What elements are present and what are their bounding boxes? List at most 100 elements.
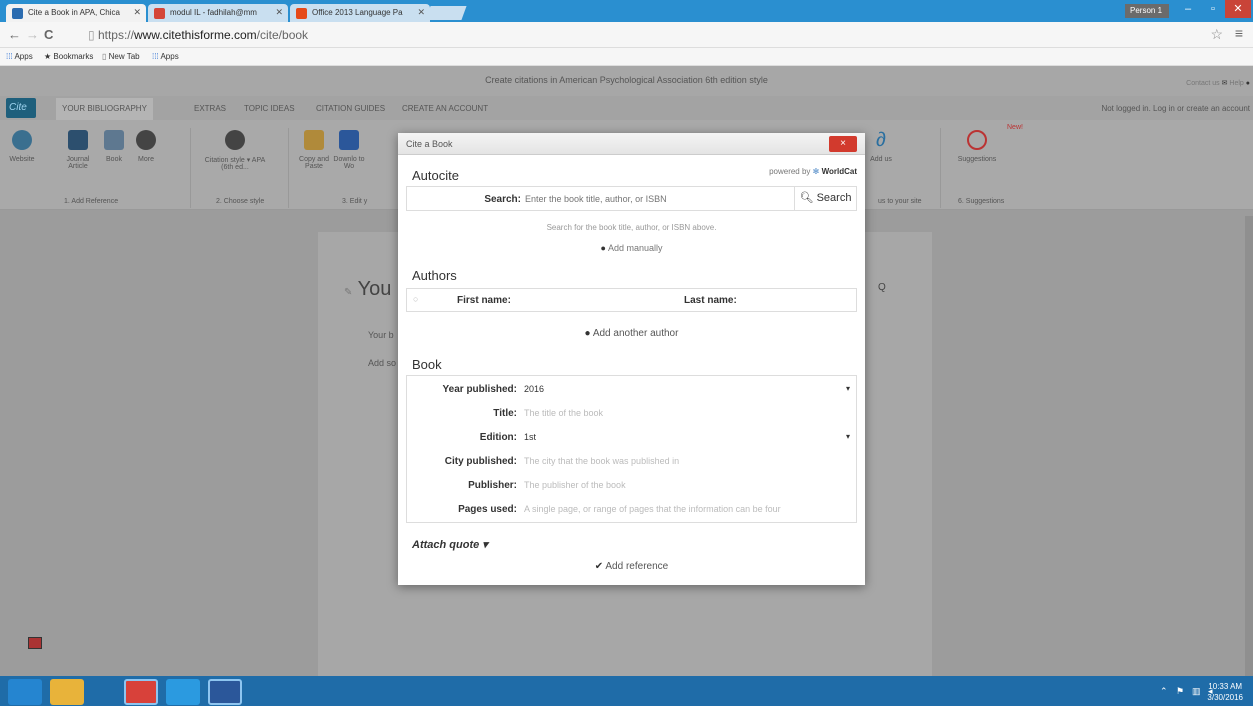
search-icon[interactable]: Q: [878, 282, 886, 293]
section-edit: 3. Edit y: [342, 198, 368, 205]
chrome-icon[interactable]: [124, 679, 158, 705]
worldcat-label: WorldCat: [821, 167, 857, 176]
caret-down-icon[interactable]: ▾: [846, 432, 850, 441]
field-value[interactable]: 2016: [524, 384, 544, 394]
close-tab-icon[interactable]: ✕: [417, 7, 425, 18]
search-bar: Search: 🔍︎ Search: [406, 186, 857, 211]
search-hint: Search for the book title, author, or IS…: [546, 223, 717, 232]
add-author-button[interactable]: ● Add another author: [398, 328, 865, 339]
more-button[interactable]: More: [126, 130, 166, 163]
website-button[interactable]: Website: [2, 130, 42, 163]
modal-title: Cite a Book: [406, 139, 453, 149]
bookmark-apps-2[interactable]: ⁞⁞⁞ Apps: [152, 52, 179, 61]
drag-handle-icon[interactable]: ○: [413, 294, 418, 304]
add-author-label: Add another author: [592, 328, 679, 339]
internet-explorer-icon[interactable]: [8, 679, 42, 705]
chrome-menu-icon[interactable]: ≡: [1235, 25, 1243, 41]
site-banner: Create citations in American Psychologic…: [485, 75, 768, 85]
search-input[interactable]: [525, 192, 785, 206]
edition-field[interactable]: Edition: 1st ▾: [407, 427, 858, 449]
page-scrollbar[interactable]: [1245, 216, 1253, 676]
close-tab-icon[interactable]: ✕: [275, 7, 283, 18]
first-name-label[interactable]: First name:: [457, 295, 511, 306]
close-tab-icon[interactable]: ✕: [133, 7, 141, 18]
minimize-icon[interactable]: –: [1175, 0, 1201, 18]
mail-icon: ✉: [1221, 80, 1228, 87]
tab-office[interactable]: Office 2013 Language Pa ✕: [290, 4, 430, 22]
flag-icon[interactable]: [28, 637, 42, 649]
close-window-icon[interactable]: ✕: [1225, 0, 1251, 18]
add-us-button[interactable]: ∂ Add us: [866, 130, 896, 163]
address-bar[interactable]: ▯ https://www.citethisforme.com/cite/boo…: [80, 25, 1210, 45]
bookmark-star-icon[interactable]: ☆: [1210, 26, 1223, 43]
new-badge: New!: [1007, 124, 1023, 131]
close-modal-button[interactable]: ×: [829, 136, 857, 152]
field-label: Year published:: [442, 384, 517, 395]
add-manually-link[interactable]: ● Add manually: [398, 243, 865, 253]
publisher-field[interactable]: Publisher: The publisher of the book: [407, 475, 858, 497]
back-arrow-icon[interactable]: ←: [8, 27, 21, 42]
authors-heading: Authors: [412, 268, 457, 283]
field-placeholder[interactable]: The title of the book: [524, 408, 603, 418]
page-icon: ▯: [102, 52, 107, 61]
add-reference-button[interactable]: ✔ Add reference: [398, 561, 865, 572]
search-button[interactable]: 🔍︎ Search: [794, 187, 856, 210]
login-status[interactable]: Not logged in. Log in or create an accou…: [1101, 104, 1250, 113]
forward-arrow-icon[interactable]: →: [26, 27, 39, 42]
question-icon: ●: [1245, 80, 1250, 87]
add-reference-label: Add reference: [605, 561, 669, 572]
nav-extras[interactable]: EXTRAS: [194, 104, 226, 113]
search-label: Search:: [484, 194, 521, 205]
nav-create-account[interactable]: CREATE AN ACCOUNT: [402, 104, 488, 113]
field-value[interactable]: 1st: [524, 432, 536, 442]
journal-button[interactable]: Journal Article: [58, 130, 98, 170]
browser-toolbar: ← → C ▯ https://www.citethisforme.com/ci…: [0, 22, 1253, 48]
contact-link[interactable]: Contact us: [1186, 80, 1219, 87]
maximize-icon[interactable]: ▫: [1200, 0, 1226, 18]
profile-button[interactable]: Person 1: [1125, 4, 1169, 18]
file-explorer-icon[interactable]: [50, 679, 84, 705]
tab-gmail[interactable]: modul IL - fadhilah@mm ✕: [148, 4, 288, 22]
system-clock[interactable]: 10:33 AM 3/30/2016: [1207, 681, 1243, 703]
contact-help[interactable]: Contact us ✉ Help ●: [1186, 79, 1250, 87]
download-word-button[interactable]: Downlo to Wo: [332, 130, 366, 170]
last-name-label[interactable]: Last name:: [684, 295, 737, 306]
nav-your-bibliography[interactable]: YOUR BIBLIOGRAPHY: [56, 98, 153, 120]
pencil-icon: ✎: [344, 287, 353, 298]
tab-cite-a-book[interactable]: Cite a Book in APA, Chica ✕: [6, 4, 146, 22]
title-field[interactable]: Title: The title of the book: [407, 403, 858, 425]
site-logo[interactable]: Cite: [6, 98, 36, 118]
nav-citation-guides[interactable]: CITATION GUIDES: [316, 104, 385, 113]
pages-used-field[interactable]: Pages used: A single page, or range of p…: [407, 499, 858, 521]
apps-grid-icon: ⁞⁞⁞: [6, 52, 13, 61]
star-icon: ★: [44, 52, 52, 61]
bookmark-apps[interactable]: ⁞⁞⁞ Apps: [6, 52, 33, 61]
attach-quote-dropdown[interactable]: Attach quote ▾: [412, 538, 488, 551]
powered-by-label: powered by: [769, 167, 811, 176]
reload-icon[interactable]: C: [44, 27, 53, 42]
ribbon-divider: [190, 128, 191, 208]
nav-topic-ideas[interactable]: TOPIC IDEAS: [244, 104, 295, 113]
suggestions-button[interactable]: Suggestions: [950, 130, 1004, 163]
caret-down-icon[interactable]: ▾: [846, 384, 850, 393]
windows-taskbar: ⌃ ⚑ ▥ ◂ 10:33 AM 3/30/2016: [0, 676, 1253, 706]
tray-arrow-icon[interactable]: ⌃: [1160, 686, 1168, 697]
section-choose-style: 2. Choose style: [216, 198, 265, 205]
citation-style-button[interactable]: Citation style ▾ APA (6th ed...: [200, 130, 270, 171]
city-published-field[interactable]: City published: The city that the book w…: [407, 451, 858, 473]
section-add-reference: 1. Add Reference: [64, 198, 119, 205]
copy-paste-button[interactable]: Copy and Paste: [294, 130, 334, 170]
network-icon[interactable]: ▥: [1192, 686, 1201, 697]
field-placeholder[interactable]: A single page, or range of pages that th…: [524, 504, 781, 514]
bookmark-bookmarks[interactable]: ★ Bookmarks: [44, 52, 93, 61]
help-link[interactable]: Help: [1229, 80, 1243, 87]
bookmark-new-tab[interactable]: ▯ New Tab: [102, 52, 140, 61]
edge-icon[interactable]: [166, 679, 200, 705]
year-published-field[interactable]: Year published: 2016 ▾: [407, 379, 858, 401]
new-tab-button[interactable]: [425, 6, 467, 20]
field-placeholder[interactable]: The publisher of the book: [524, 480, 626, 490]
citation-style-label: Citation style ▾ APA (6th ed...: [204, 157, 266, 171]
word-icon[interactable]: [208, 679, 242, 705]
field-placeholder[interactable]: The city that the book was published in: [524, 456, 679, 466]
flag-tray-icon[interactable]: ⚑: [1176, 686, 1184, 697]
